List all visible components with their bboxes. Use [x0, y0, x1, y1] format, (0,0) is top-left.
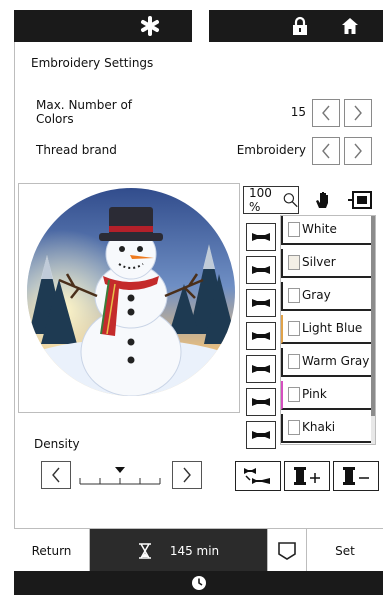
- color-name: Pink: [302, 387, 327, 401]
- set-button[interactable]: Set: [307, 529, 383, 572]
- color-name: Khaki: [302, 420, 336, 434]
- chevron-right-icon: [183, 467, 191, 483]
- stitch-icon: [252, 398, 270, 406]
- stitch-type-button[interactable]: [246, 355, 276, 383]
- color-swatch: [288, 387, 300, 402]
- return-button[interactable]: Return: [14, 529, 90, 572]
- color-swatch: [288, 420, 300, 435]
- color-row[interactable]: Warm Gray: [281, 348, 373, 377]
- chevron-left-icon: [322, 105, 330, 121]
- stitch-type-button[interactable]: [246, 256, 276, 284]
- density-label: Density: [34, 437, 80, 451]
- max-colors-decrease-button[interactable]: [312, 99, 340, 127]
- thread-brand-previous-button[interactable]: [312, 137, 340, 165]
- max-colors-value: 15: [290, 105, 306, 119]
- status-bar: [14, 571, 383, 595]
- chevron-left-icon: [322, 143, 330, 159]
- stitch-swap-icon: [244, 468, 270, 484]
- color-list-scrollbar[interactable]: [371, 216, 375, 444]
- stitch-type-button[interactable]: [246, 322, 276, 350]
- color-name: Gray: [302, 288, 331, 302]
- top-bar: [0, 0, 383, 42]
- stitch-type-button[interactable]: [246, 223, 276, 251]
- home-icon: [342, 18, 358, 34]
- color-swatch: [288, 288, 300, 303]
- chevron-left-icon: [52, 467, 60, 483]
- color-name: White: [302, 222, 337, 236]
- color-row[interactable]: Khaki: [281, 414, 373, 443]
- color-row[interactable]: White: [281, 216, 373, 245]
- color-name: Silver: [302, 255, 336, 269]
- save-button[interactable]: [267, 529, 307, 572]
- magnifier-icon: [283, 193, 298, 208]
- color-swatch: [288, 222, 300, 237]
- home-button[interactable]: [333, 10, 367, 42]
- page-title: Embroidery Settings: [31, 56, 154, 70]
- stitch-type-button[interactable]: [246, 289, 276, 317]
- bottom-action-bar: Return 145 min Set: [14, 528, 383, 572]
- window-icon: [348, 191, 372, 209]
- scrollbar-thumb[interactable]: [371, 216, 375, 416]
- hand-icon: [316, 192, 328, 208]
- thread-brand-label: Thread brand: [36, 143, 117, 157]
- stitch-icon: [252, 299, 270, 307]
- density-increase-button[interactable]: [172, 461, 202, 489]
- color-name: Warm Gray: [302, 354, 370, 368]
- color-swatch: [288, 321, 300, 336]
- thread-color-list[interactable]: White Silver Gray Light Blue Warm Gray P…: [280, 215, 376, 445]
- color-name: Light Blue: [302, 321, 363, 335]
- asterisk-icon: [141, 16, 159, 36]
- spool-remove-icon: [343, 467, 369, 485]
- spool-add-icon: [294, 467, 320, 485]
- slider-thumb[interactable]: [115, 467, 125, 473]
- estimated-time: 145 min: [90, 529, 267, 572]
- zoom-value: 100 %: [249, 186, 272, 214]
- color-swatch: [288, 255, 300, 270]
- clock-icon: [191, 576, 206, 590]
- chevron-right-icon: [354, 143, 362, 159]
- stitch-icon: [252, 332, 270, 340]
- lock-icon: [293, 16, 307, 35]
- snowman-image: [27, 188, 235, 396]
- fit-view-button[interactable]: [345, 186, 375, 214]
- top-bar-left: [14, 10, 192, 42]
- stitch-icon: [252, 233, 270, 241]
- zoom-control[interactable]: 100 %: [243, 186, 299, 214]
- color-row[interactable]: Pink: [281, 381, 373, 410]
- chevron-right-icon: [354, 105, 362, 121]
- stitch-settings-button[interactable]: [235, 461, 281, 491]
- density-decrease-button[interactable]: [41, 461, 71, 489]
- pan-tool-button[interactable]: [308, 186, 338, 214]
- thread-brand-value: Embroidery: [236, 143, 306, 157]
- design-preview[interactable]: [18, 183, 240, 413]
- stitch-type-button[interactable]: [246, 421, 276, 449]
- thread-brand-next-button[interactable]: [344, 137, 372, 165]
- lock-button[interactable]: [285, 10, 315, 42]
- time-value: 145 min: [169, 543, 220, 558]
- settings-button[interactable]: [134, 10, 166, 42]
- color-row[interactable]: Gray: [281, 282, 373, 311]
- stitch-icon: [252, 431, 270, 439]
- stitch-icon: [252, 365, 270, 373]
- color-swatch: [288, 354, 300, 369]
- stitch-type-button[interactable]: [246, 388, 276, 416]
- max-colors-increase-button[interactable]: [344, 99, 372, 127]
- add-color-button[interactable]: [284, 461, 330, 491]
- density-slider[interactable]: [79, 466, 161, 486]
- color-row[interactable]: Silver: [281, 249, 373, 278]
- remove-color-button[interactable]: [333, 461, 379, 491]
- top-bar-right: [209, 10, 383, 42]
- hourglass-icon: [138, 542, 151, 559]
- color-row[interactable]: Light Blue: [281, 315, 373, 344]
- shield-icon: [278, 541, 296, 560]
- stitch-icon: [252, 266, 270, 274]
- max-colors-label: Max. Number of Colors: [36, 98, 133, 126]
